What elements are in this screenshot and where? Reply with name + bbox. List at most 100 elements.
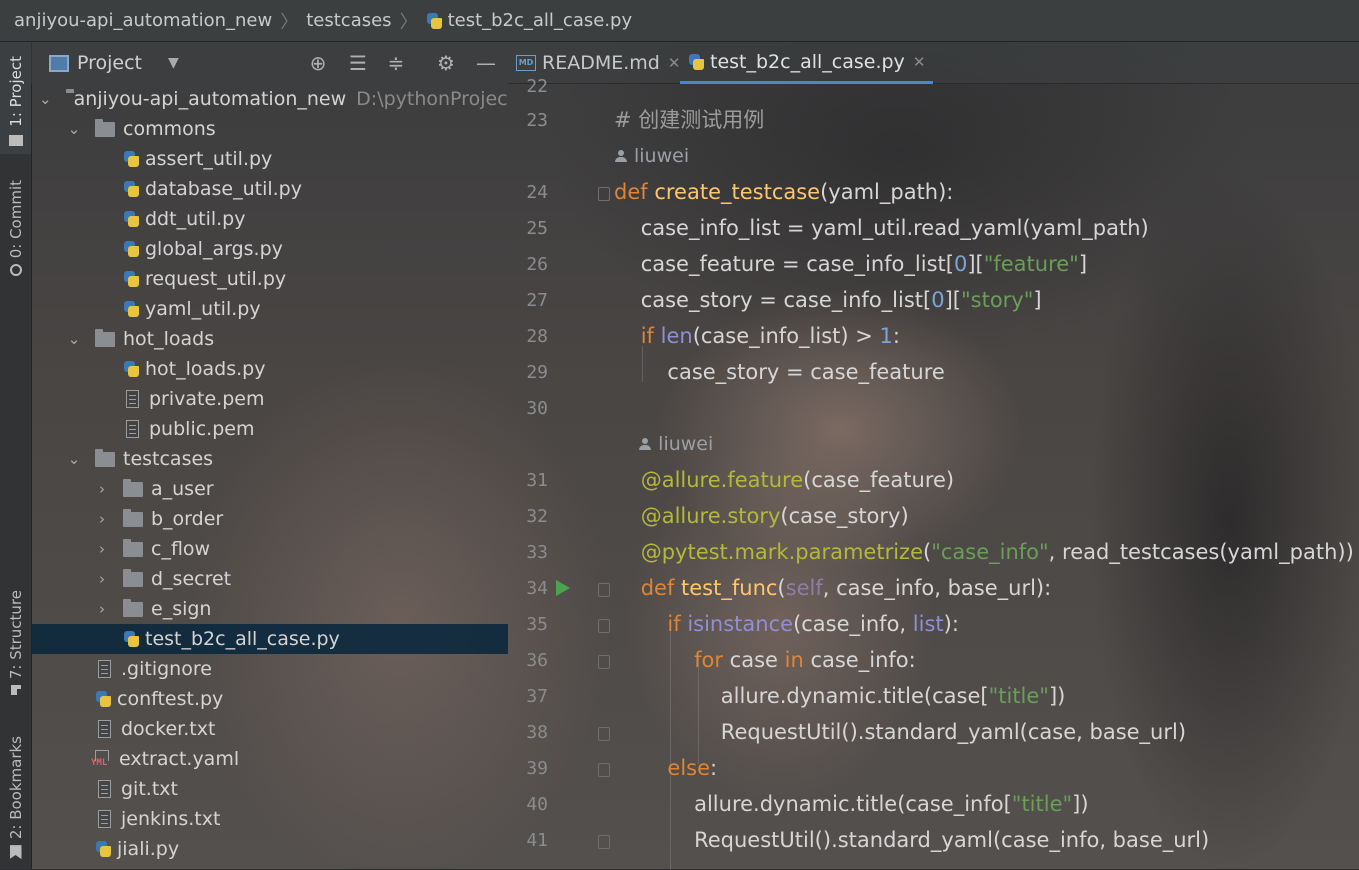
chevron-right-icon[interactable]: ›	[95, 542, 109, 557]
line-number: 31	[526, 470, 548, 491]
tree-folder-label: commons	[123, 118, 216, 140]
tool-tab-project[interactable]: 1: Project	[0, 42, 31, 154]
expand-all-icon[interactable]: ☰	[347, 52, 369, 74]
tree-folder[interactable]: › e_sign	[31, 594, 508, 624]
project-view-icon	[49, 54, 69, 72]
run-test-icon[interactable]	[556, 580, 570, 596]
folder-icon	[123, 538, 143, 557]
tree-file[interactable]: docker.txt	[31, 714, 508, 744]
folder-icon	[123, 568, 143, 587]
line-number: 33	[526, 542, 548, 563]
tree-file-label: git.txt	[121, 778, 178, 800]
breadcrumb: anjiyou-api_automation_new 〉 testcases 〉…	[0, 0, 1359, 42]
code-line-31: @allure.feature(case_feature)	[640, 468, 955, 492]
dropdown-arrow-icon[interactable]: ▼	[168, 55, 179, 71]
tree-file[interactable]: jenkins.txt	[31, 804, 508, 834]
tree-folder[interactable]: › b_order	[31, 504, 508, 534]
tool-tab-commit[interactable]: 0: Commit	[0, 180, 31, 277]
tree-folder-label: a_user	[151, 478, 214, 500]
tree-file[interactable]: private.pem	[31, 384, 508, 414]
code-editor[interactable]: # 创建测试用例 liuwei def create_testcase(yaml…	[604, 84, 1359, 870]
project-panel-title[interactable]: Project	[77, 52, 142, 74]
code-author-annotation[interactable]: liuwei	[614, 138, 689, 174]
close-icon[interactable]: ✕	[668, 54, 681, 72]
tree-folder-hot-loads[interactable]: ⌄ hot_loads	[31, 324, 508, 354]
tree-file[interactable]: conftest.py	[31, 684, 508, 714]
text-file-icon	[98, 810, 111, 828]
tree-folder-label: d_secret	[151, 568, 232, 590]
python-file-icon	[123, 300, 139, 318]
tool-tab-commit-label: 0: Commit	[6, 180, 25, 259]
tree-root-path: D:\pythonProject\	[356, 88, 508, 110]
tree-folder-testcases[interactable]: ⌄ testcases	[31, 444, 508, 474]
tab-test-b2c-all-case[interactable]: test_b2c_all_case.py ✕	[680, 42, 934, 84]
line-number: 34	[526, 578, 548, 599]
breadcrumb-file-label: test_b2c_all_case.py	[447, 10, 633, 31]
code-author-annotation[interactable]: liuwei	[614, 426, 713, 462]
breadcrumb-project-label: anjiyou-api_automation_new	[14, 10, 273, 31]
locate-icon[interactable]: ⊕	[307, 52, 329, 74]
tree-file[interactable]: jiali.py	[31, 834, 508, 864]
tree-folder[interactable]: › d_secret	[31, 564, 508, 594]
chevron-right-icon[interactable]: ›	[95, 572, 109, 587]
python-file-icon	[123, 180, 139, 198]
chevron-right-icon[interactable]: ›	[95, 602, 109, 617]
folder-icon	[123, 508, 143, 527]
tool-tab-bookmarks-label: 2: Bookmarks	[6, 736, 25, 840]
tool-tab-project-label: 1: Project	[6, 56, 25, 127]
python-file-icon	[688, 53, 704, 71]
tree-file[interactable]: global_args.py	[31, 234, 508, 264]
chevron-down-icon[interactable]: ⌄	[67, 452, 81, 467]
tree-file-label: yaml_util.py	[145, 298, 261, 320]
close-icon[interactable]: ✕	[913, 53, 926, 71]
tree-file[interactable]: yaml_util.py	[31, 294, 508, 324]
folder-icon	[95, 328, 115, 347]
left-tool-strip: 1: Project 0: Commit 7: Structure 2: Boo…	[0, 42, 32, 869]
line-number: 38	[526, 722, 548, 743]
tree-file-selected[interactable]: test_b2c_all_case.py	[31, 624, 508, 654]
tree-file[interactable]: YML extract.yaml	[31, 744, 508, 774]
tree-file-label: test_b2c_all_case.py	[145, 628, 340, 650]
tree-file-label: private.pem	[149, 388, 265, 410]
tool-tab-bookmarks[interactable]: 2: Bookmarks	[0, 736, 31, 860]
tree-file[interactable]: ddt_util.py	[31, 204, 508, 234]
line-number: 35	[526, 614, 548, 635]
tree-folder-commons[interactable]: ⌄ commons	[31, 114, 508, 144]
chevron-down-icon[interactable]: ⌄	[67, 122, 81, 137]
text-file-icon	[126, 420, 139, 438]
tree-file[interactable]: .gitignore	[31, 654, 508, 684]
editor-gutter: 22 23 24 25 26 27 28 29 30 31 32 33 34 3…	[508, 76, 610, 869]
tree-file[interactable]: hot_loads.py	[31, 354, 508, 384]
chevron-down-icon[interactable]: ⌄	[67, 332, 81, 347]
tree-file[interactable]: database_util.py	[31, 174, 508, 204]
tree-root[interactable]: ⌄ anjiyou-api_automation_new D:\pythonPr…	[31, 84, 508, 114]
tree-folder-label: e_sign	[151, 598, 212, 620]
code-line-34: def test_func(self, case_info, base_url)…	[640, 576, 1052, 600]
code-line-32: @allure.story(case_story)	[640, 504, 909, 528]
project-tree: ⌄ anjiyou-api_automation_new D:\pythonPr…	[31, 84, 508, 869]
breadcrumb-file[interactable]: test_b2c_all_case.py	[426, 10, 633, 31]
chevron-down-icon[interactable]: ⌄	[39, 92, 52, 107]
tree-file[interactable]: public.pem	[31, 414, 508, 444]
tree-folder[interactable]: › c_flow	[31, 534, 508, 564]
gear-icon[interactable]: ⚙	[435, 52, 457, 74]
line-number: 32	[526, 506, 548, 527]
tree-folder[interactable]: › a_user	[31, 474, 508, 504]
breadcrumb-project[interactable]: anjiyou-api_automation_new	[14, 10, 272, 31]
code-line-37: allure.dynamic.title(case["title"])	[614, 684, 1066, 708]
folder-icon	[95, 448, 115, 467]
chevron-right-icon[interactable]: ›	[95, 512, 109, 527]
tree-file[interactable]: git.txt	[31, 774, 508, 804]
tree-folder-label: testcases	[123, 448, 214, 470]
user-icon	[638, 438, 652, 450]
collapse-all-icon[interactable]: ≑	[385, 52, 407, 74]
minimize-icon[interactable]: —	[475, 52, 497, 74]
tree-file[interactable]: request_util.py	[31, 264, 508, 294]
code-line-25: case_info_list = yaml_util.read_yaml(yam…	[614, 216, 1149, 240]
code-line-29: case_story = case_feature	[614, 360, 945, 384]
breadcrumb-folder[interactable]: testcases	[306, 10, 391, 31]
chevron-right-icon[interactable]: ›	[95, 482, 109, 497]
text-file-icon	[98, 720, 111, 738]
tree-file[interactable]: assert_util.py	[31, 144, 508, 174]
tool-tab-structure[interactable]: 7: Structure	[0, 590, 31, 696]
